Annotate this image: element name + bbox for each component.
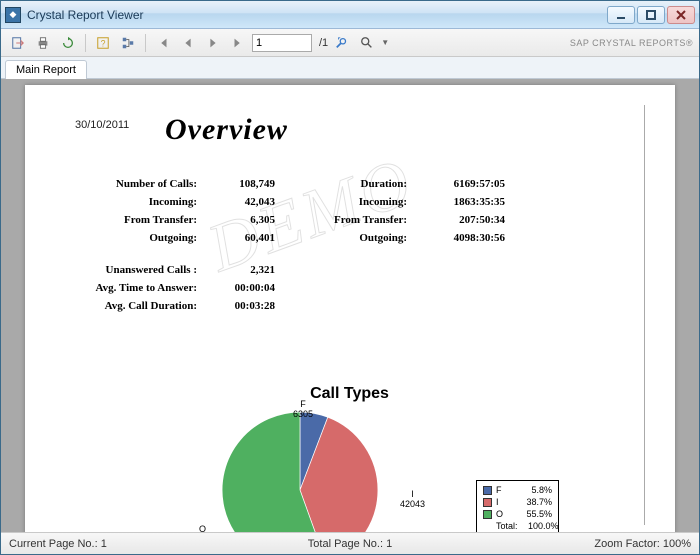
status-total-page: Total Page No.: 1 <box>236 538 463 550</box>
export-button[interactable] <box>7 32 29 54</box>
legend-row: F 5.8% <box>483 484 552 496</box>
chart-title: Call Types <box>55 385 644 403</box>
report-title: Overview <box>165 113 288 147</box>
status-bar: Current Page No.: 1 Total Page No.: 1 Zo… <box>1 532 699 554</box>
legend-item-value: 55.5% <box>514 509 552 519</box>
legend-item-label: O <box>496 509 510 519</box>
stat-value: 42,043 <box>205 196 275 208</box>
stat-value: 00:00:04 <box>205 282 275 294</box>
stat-value: 60,401 <box>205 232 275 244</box>
first-page-button[interactable] <box>152 32 174 54</box>
stat-row: Incoming:42,043Incoming:1863:35:35 <box>75 193 624 211</box>
parameters-button[interactable]: ? <box>92 32 114 54</box>
stat-label: From Transfer: <box>75 214 205 226</box>
print-button[interactable] <box>32 32 54 54</box>
stat-value: 1863:35:35 <box>415 196 505 208</box>
legend-item-label: F <box>496 485 510 495</box>
stat-value: 6169:57:05 <box>415 178 505 190</box>
last-page-button[interactable] <box>227 32 249 54</box>
group-tree-button[interactable] <box>117 32 139 54</box>
zoom-dropdown-icon[interactable]: ▼ <box>381 38 389 47</box>
stat-value: 00:03:28 <box>205 300 275 312</box>
toolbar-separator <box>145 34 146 52</box>
page-total-label: /1 <box>319 37 328 49</box>
toolbar-separator <box>85 34 86 52</box>
next-page-button[interactable] <box>202 32 224 54</box>
prev-page-button[interactable] <box>177 32 199 54</box>
legend-swatch <box>483 510 492 519</box>
legend-total-value: 100.0% <box>528 521 552 531</box>
status-current-page: Current Page No.: 1 <box>9 538 236 550</box>
tab-main-report[interactable]: Main Report <box>5 60 87 79</box>
stat-row: Outgoing:60,401Outgoing:4098:30:56 <box>75 229 624 247</box>
stat-label: Avg. Call Duration: <box>75 300 205 312</box>
stat-label: Outgoing: <box>75 232 205 244</box>
legend-swatch <box>483 486 492 495</box>
legend-row: I 38.7% <box>483 496 552 508</box>
app-window: ◆ Crystal Report Viewer ? /1 ▼ SAP CRYST… <box>0 0 700 555</box>
stats-block: Number of Calls:108,749 Duration:6169:57:… <box>75 175 624 315</box>
brand-label: SAP CRYSTAL REPORTS® <box>570 38 693 48</box>
stat-label: Duration: <box>325 178 415 190</box>
stat-label: Incoming: <box>75 196 205 208</box>
refresh-button[interactable] <box>57 32 79 54</box>
pie-label-O: O60401 <box>190 525 215 532</box>
stat-value: 4098:30:56 <box>415 232 505 244</box>
stat-value: 6,305 <box>205 214 275 226</box>
stat-row: Number of Calls:108,749 Duration:6169:57:… <box>75 175 624 193</box>
app-icon: ◆ <box>5 7 21 23</box>
report-date: 30/10/2011 <box>75 119 129 131</box>
chart-legend: F 5.8% I 38.7% O 55.5% Total: 100.0% <box>476 480 559 532</box>
stat-label: Outgoing: <box>325 232 415 244</box>
window-title: Crystal Report Viewer <box>27 8 607 22</box>
legend-item-value: 38.7% <box>514 497 552 507</box>
pie-label-I: I42043 <box>400 490 425 510</box>
stat-label: Incoming: <box>325 196 415 208</box>
stat-row: Avg. Call Duration:00:03:28 <box>75 297 624 315</box>
close-button[interactable] <box>667 6 695 24</box>
stat-label: From Transfer: <box>325 214 415 226</box>
stat-row: Unanswered Calls :2,321 <box>75 261 624 279</box>
title-bar: ◆ Crystal Report Viewer <box>1 1 699 29</box>
tab-strip: Main Report <box>1 57 699 79</box>
pie-chart <box>215 405 385 532</box>
toolbar: ? /1 ▼ SAP CRYSTAL REPORTS® <box>1 29 699 57</box>
stat-label: Number of Calls: <box>75 178 205 190</box>
stat-value: 207:50:34 <box>415 214 505 226</box>
stat-row: From Transfer:6,305From Transfer:207:50:… <box>75 211 624 229</box>
svg-text:?: ? <box>101 38 106 48</box>
minimize-button[interactable] <box>607 6 635 24</box>
pie-label-F: F6305 <box>293 400 313 420</box>
stat-label: Unanswered Calls : <box>75 264 205 276</box>
legend-item-value: 5.8% <box>514 485 552 495</box>
page-number-input[interactable] <box>252 34 312 52</box>
maximize-button[interactable] <box>637 6 665 24</box>
legend-item-label: I <box>496 497 510 507</box>
zoom-button[interactable] <box>356 32 378 54</box>
find-button[interactable] <box>331 32 353 54</box>
report-page: 30/10/2011 Overview DEMO Number of Calls… <box>25 85 675 532</box>
stat-value: 2,321 <box>205 264 275 276</box>
legend-row: O 55.5% <box>483 508 552 520</box>
report-viewer[interactable]: 30/10/2011 Overview DEMO Number of Calls… <box>1 79 699 532</box>
legend-swatch <box>483 498 492 507</box>
stat-value: 108,749 <box>205 178 275 190</box>
stat-row: Avg. Time to Answer:00:00:04 <box>75 279 624 297</box>
status-zoom: Zoom Factor: 100% <box>464 538 691 550</box>
window-controls <box>607 6 695 24</box>
legend-total-label: Total: <box>496 521 524 531</box>
stat-label: Avg. Time to Answer: <box>75 282 205 294</box>
